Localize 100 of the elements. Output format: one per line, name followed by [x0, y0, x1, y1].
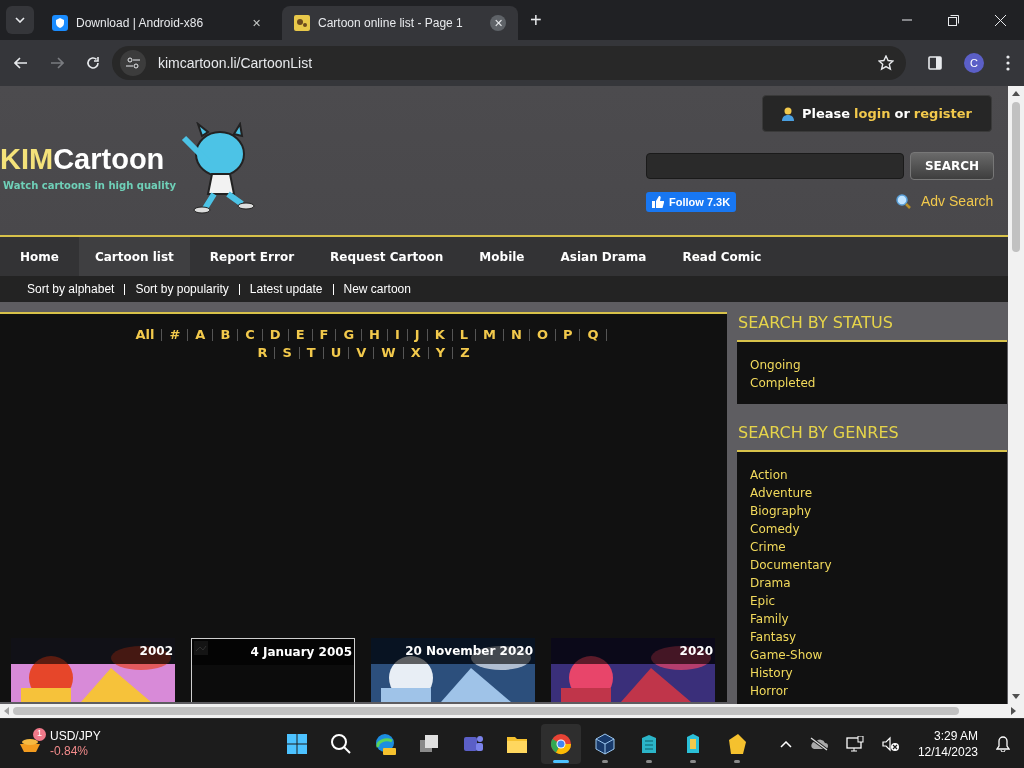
nav-tab[interactable]: Home [4, 237, 75, 276]
scrollbar-thumb[interactable] [1012, 102, 1020, 252]
sidebar-link[interactable]: Epic [750, 592, 1007, 610]
sort-link[interactable]: New cartoon [343, 280, 411, 298]
sidebar-link[interactable]: Crime [750, 538, 1007, 556]
volume-muted-icon[interactable] [881, 736, 900, 752]
follow-button[interactable]: Follow 7.3K [646, 192, 737, 212]
sidebar-link[interactable]: Drama [750, 574, 1007, 592]
site-info-button[interactable] [120, 50, 146, 76]
card-date: 20 November 2020 [405, 643, 533, 660]
address-bar[interactable]: kimcartoon.li/CartoonList [112, 46, 906, 80]
letter-link[interactable]: G [336, 325, 362, 345]
letter-link[interactable]: T [299, 343, 323, 363]
letter-link[interactable]: U [323, 343, 349, 363]
clock[interactable]: 3:29 AM 12/14/2023 [917, 728, 978, 760]
site-tagline: Watch cartoons in high quality [3, 179, 177, 193]
scrollbar-thumb[interactable] [13, 707, 959, 715]
letter-link[interactable]: K [427, 325, 452, 345]
close-tab-button[interactable]: ✕ [248, 15, 264, 31]
nav-tab[interactable]: Cartoon list [78, 237, 190, 276]
letter-link[interactable]: # [162, 325, 188, 345]
sidebar-link[interactable]: Ongoing [750, 356, 1007, 374]
browser-tab[interactable]: Download | Android-x86 ✕ [40, 6, 276, 40]
nav-tab[interactable]: Read Comic [666, 237, 778, 276]
letter-link[interactable]: D [262, 325, 288, 345]
letter-link[interactable]: B [213, 325, 238, 345]
sort-link[interactable]: Sort by alphabet [27, 280, 115, 298]
scroll-up-icon[interactable] [1012, 91, 1020, 96]
letter-link[interactable]: E [288, 325, 312, 345]
letter-link[interactable]: L [452, 325, 476, 345]
close-icon[interactable] [995, 14, 1006, 26]
letter-link[interactable]: M [476, 325, 503, 345]
letter-link[interactable]: F [312, 325, 336, 345]
cartoon-card[interactable]: 20 November 2020 [371, 638, 535, 702]
sidebar-link[interactable]: Family [750, 610, 1007, 628]
letter-link[interactable]: S [275, 343, 299, 363]
cartoon-card[interactable]: 2002 [11, 638, 175, 702]
cloud-off-icon[interactable] [809, 737, 828, 751]
nav-tab[interactable]: Asian Drama [544, 237, 663, 276]
register-link[interactable]: register [913, 103, 973, 124]
sidebar-link[interactable]: Biography [750, 502, 1007, 520]
letter-link[interactable]: P [555, 325, 580, 345]
horizontal-scrollbar[interactable] [0, 704, 1024, 718]
scroll-right-icon[interactable] [1011, 707, 1016, 715]
search-field[interactable] [646, 153, 904, 179]
site-logo[interactable]: KIMCartoon [0, 142, 180, 176]
letter-link[interactable]: I [388, 325, 407, 345]
restore-icon[interactable] [948, 14, 959, 26]
login-link[interactable]: login [854, 103, 891, 124]
vertical-scrollbar[interactable] [1008, 86, 1024, 704]
sidebar-link[interactable]: Game-Show [750, 646, 1007, 664]
sidebar-link[interactable]: Horror [750, 682, 1007, 700]
letter-link[interactable]: O [529, 325, 555, 345]
reload-icon[interactable] [86, 56, 100, 70]
letter-link[interactable]: C [238, 325, 262, 345]
letter-link[interactable]: Z [453, 343, 477, 363]
sidebar-link[interactable]: Comedy [750, 520, 1007, 538]
url-text: kimcartoon.li/CartoonList [158, 53, 314, 73]
back-icon[interactable] [14, 57, 28, 69]
adv-search-link[interactable]: Adv Search [921, 191, 994, 212]
letter-link[interactable]: N [504, 325, 529, 345]
bell-icon[interactable] [996, 736, 1010, 752]
nav-tab[interactable]: Request Cartoon [314, 237, 460, 276]
cartoon-card[interactable]: 4 January 2005 [191, 638, 355, 702]
sidebar-link[interactable]: Adventure [750, 484, 1007, 502]
letter-link[interactable]: Y [428, 343, 453, 363]
search-button[interactable]: SEARCH [910, 152, 994, 180]
nav-tab[interactable]: Report Error [193, 237, 311, 276]
sort-link[interactable]: Latest update [249, 280, 323, 298]
sidebar-link[interactable]: Action [750, 466, 1007, 484]
scroll-down-icon[interactable] [1012, 694, 1020, 699]
chevron-up-icon[interactable] [779, 740, 792, 748]
sidebar-link[interactable]: Documentary [750, 556, 1007, 574]
tab-search-button[interactable] [6, 6, 34, 34]
letter-link[interactable]: V [349, 343, 374, 363]
letter-link[interactable]: W [374, 343, 403, 363]
browser-tab[interactable]: Cartoon online list - Page 1 ✕ [282, 6, 518, 40]
cartoon-card[interactable]: 2020 [551, 638, 715, 702]
nav-tab[interactable]: Mobile [463, 237, 541, 276]
forward-icon[interactable] [50, 57, 64, 69]
login-prompt-text: Please [801, 104, 851, 123]
letter-link[interactable]: All [128, 325, 162, 345]
letter-link[interactable]: H [362, 325, 387, 345]
letter-link[interactable]: R [250, 343, 275, 363]
close-tab-button[interactable]: ✕ [490, 15, 506, 31]
letter-link[interactable]: A [188, 325, 213, 345]
sidebar-link[interactable]: Fantasy [750, 628, 1007, 646]
new-tab-button[interactable]: + [530, 5, 542, 35]
side-panel-icon[interactable] [928, 56, 942, 70]
taskbar-button[interactable] [541, 724, 581, 764]
sidebar-link[interactable]: History [750, 664, 1007, 682]
more-menu-icon[interactable] [1006, 55, 1010, 71]
sidebar-link[interactable]: Completed [750, 374, 1007, 392]
letter-link[interactable]: X [403, 343, 428, 363]
star-icon[interactable] [878, 55, 894, 71]
profile-avatar[interactable]: C [964, 53, 984, 73]
sort-link[interactable]: Sort by popularity [135, 280, 229, 298]
letter-link[interactable]: J [407, 325, 427, 345]
letter-link[interactable]: Q [580, 325, 606, 345]
network-icon[interactable] [845, 736, 864, 752]
